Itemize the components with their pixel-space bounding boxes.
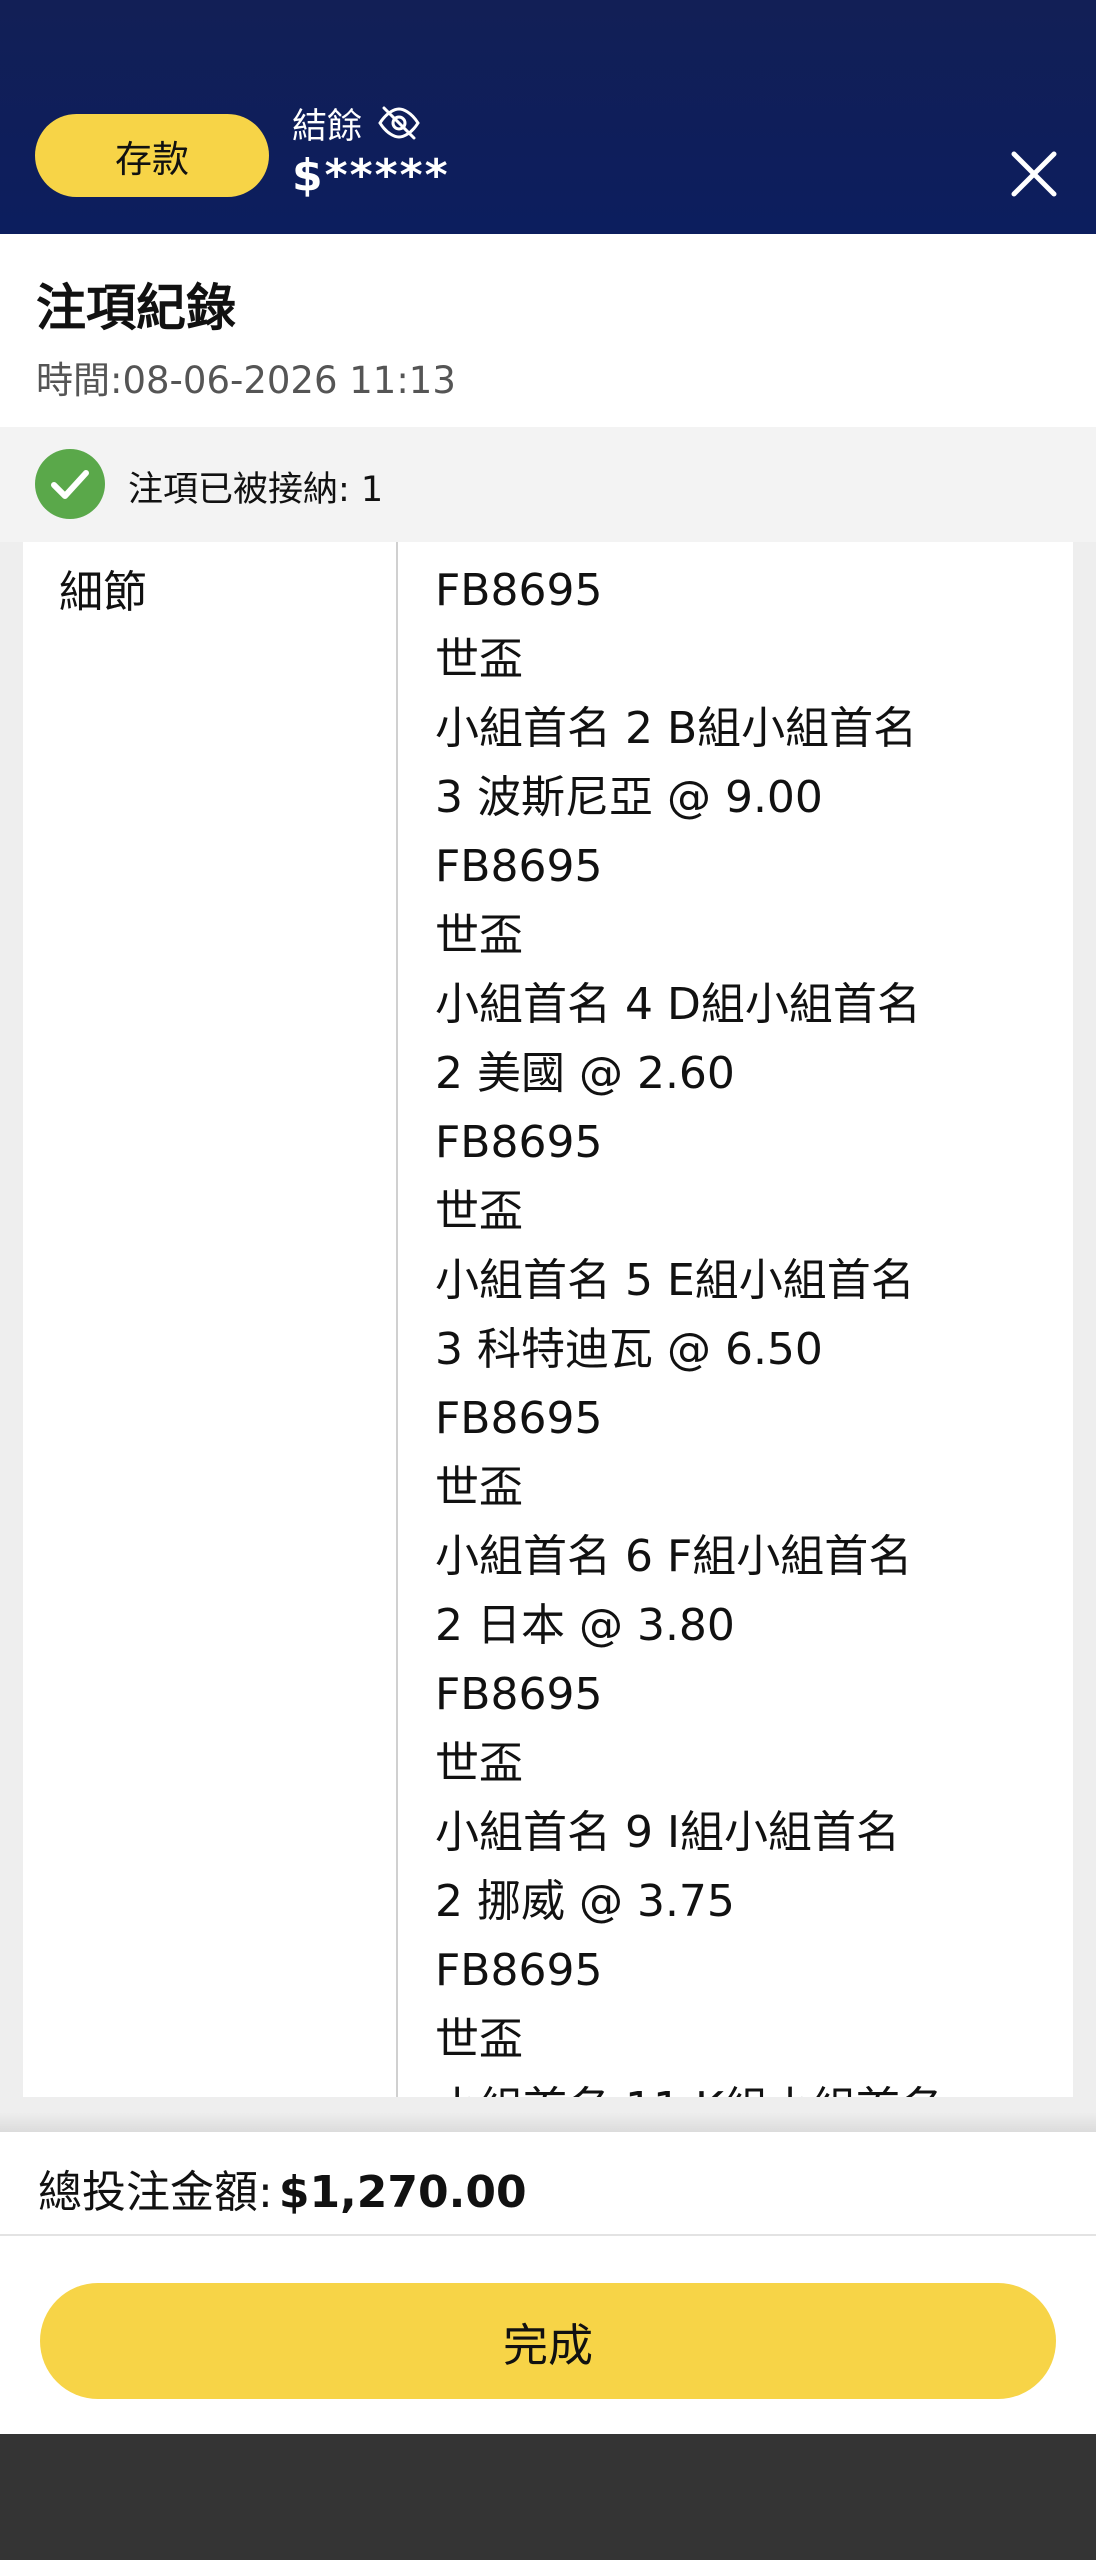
bottom-navigation-bar — [0, 2434, 1096, 2560]
details-line: FB8695 — [435, 565, 603, 616]
details-line: 世盃 — [435, 1186, 523, 1237]
details-label: 細節 — [59, 567, 147, 618]
total-value: $1,270.00 — [278, 2167, 527, 2218]
deposit-button-label: 存款 — [115, 137, 189, 181]
details-line: 小組首名 2 B組小組首名 — [435, 703, 918, 754]
details-scroll-area[interactable]: 細節 FB8695 世盃 小組首名 2 B組小組首名 3 波斯尼亞 @ 9.00… — [0, 542, 1096, 2132]
details-line: 世盃 — [435, 2014, 523, 2065]
details-line: 2 挪威 @ 3.75 — [435, 1876, 735, 1927]
record-timestamp: 時間:08-06-2026 11:13 — [36, 359, 456, 402]
details-line: FB8695 — [435, 1117, 603, 1168]
status-bar: 注項已被接納: 1 — [0, 427, 1096, 542]
details-line: 2 日本 @ 3.80 — [435, 1600, 735, 1651]
details-line: FB8695 — [435, 1945, 603, 1996]
details-line: FB8695 — [435, 1669, 603, 1720]
total-label-row: 總投注金額: $1,270.00 — [38, 2156, 527, 2220]
details-line: 3 科特迪瓦 @ 6.50 — [435, 1324, 823, 1375]
details-line: 小組首名 5 E組小組首名 — [435, 1255, 915, 1306]
close-icon[interactable] — [1008, 148, 1060, 200]
done-button-label: 完成 — [502, 2318, 593, 2372]
deposit-button[interactable]: 存款 — [35, 114, 269, 197]
details-line: FB8695 — [435, 1393, 603, 1444]
page-title: 注項紀錄 — [36, 279, 236, 337]
details-line: 小組首名 6 F組小組首名 — [435, 1531, 913, 1582]
details-line: 世盃 — [435, 1738, 523, 1789]
balance-label-row: 結餘 — [292, 98, 422, 148]
top-header: 存款 結餘 $***** — [0, 0, 1096, 234]
check-circle-icon — [35, 449, 105, 519]
details-line: 2 美國 @ 2.60 — [435, 1048, 735, 1099]
details-line: 3 波斯尼亞 @ 9.00 — [435, 772, 823, 823]
balance-value: $***** — [292, 150, 450, 201]
done-button[interactable]: 完成 — [40, 2283, 1056, 2399]
details-line: 小組首名 11 K組小組首名 — [435, 2074, 1055, 2097]
details-line: 世盃 — [435, 1462, 523, 1513]
details-line: 世盃 — [435, 634, 523, 685]
status-text: 注項已被接納: 1 — [128, 470, 384, 510]
total-row: 總投注金額: $1,270.00 — [0, 2132, 1096, 2236]
details-divider — [396, 542, 398, 2097]
details-lines: FB8695 世盃 小組首名 2 B組小組首名 3 波斯尼亞 @ 9.00 FB… — [435, 556, 1055, 2097]
details-line: FB8695 — [435, 841, 603, 892]
details-line: 小組首名 4 D組小組首名 — [435, 979, 921, 1030]
details-line: 小組首名 9 I組小組首名 — [435, 1807, 900, 1858]
total-label: 總投注金額: — [38, 2167, 273, 2218]
eye-off-icon[interactable] — [376, 104, 422, 142]
details-line: 世盃 — [435, 910, 523, 961]
balance-label: 結餘 — [292, 106, 363, 147]
details-card: 細節 FB8695 世盃 小組首名 2 B組小組首名 3 波斯尼亞 @ 9.00… — [23, 542, 1073, 2097]
footer-shadow — [0, 2112, 1096, 2132]
